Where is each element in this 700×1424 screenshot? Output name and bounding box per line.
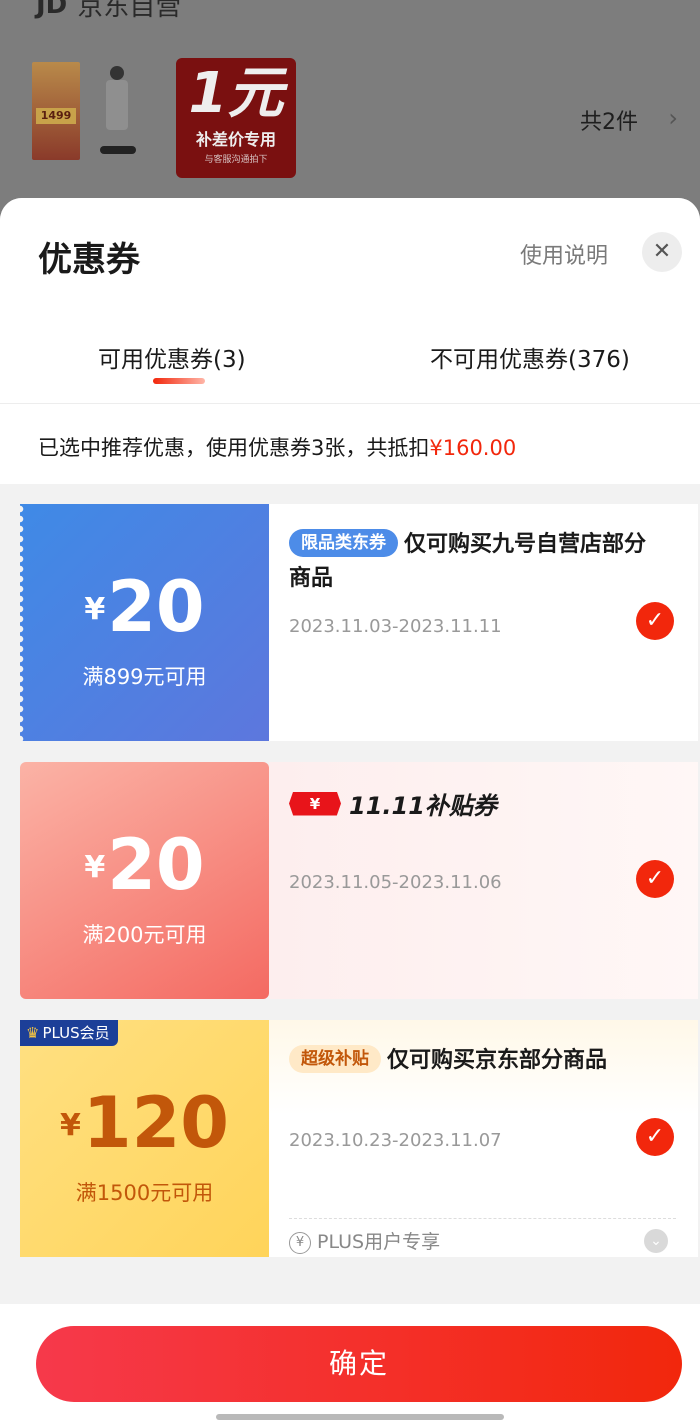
- confirm-button[interactable]: 确定: [36, 1326, 682, 1402]
- double-eleven-tag: ¥ 11.11补贴券: [289, 786, 497, 821]
- item-count: 共2件: [580, 110, 638, 135]
- coupon-amount-value: 20: [107, 566, 205, 648]
- sheet-title: 优惠券: [38, 240, 140, 280]
- coupon-amount-value: 20: [107, 824, 205, 906]
- coupon-type-badge: 限品类东券: [289, 529, 398, 557]
- currency-symbol: ¥: [84, 850, 106, 885]
- plus-exclusive-note[interactable]: ¥ PLUS用户专享 ⌄: [289, 1218, 676, 1254]
- coupon-value-panel: ♛ PLUS会员 ¥120 满1500元可用: [20, 1020, 269, 1257]
- promo-big-text: 1元: [188, 61, 284, 126]
- sheet-footer: 确定: [0, 1304, 700, 1424]
- coupon-amount: ¥20: [20, 824, 269, 906]
- chevron-down-icon[interactable]: ⌄: [644, 1229, 668, 1253]
- chevron-right-icon: ›: [668, 104, 678, 132]
- coupon-validity-date: 2023.11.03-2023.11.11: [289, 616, 502, 637]
- coupon-sheet: 优惠券 使用说明 ✕ 可用优惠券(3) 不可用优惠券(376) 已选中推荐优惠，…: [0, 198, 700, 1424]
- coupon-info-panel: 限品类东券 仅可购买九号自营店部分商品 2023.11.03-2023.11.11…: [269, 504, 698, 741]
- coupon-card[interactable]: ♛ PLUS会员 ¥120 满1500元可用 超级补贴 仅可购买京东部分商品 202…: [20, 1020, 698, 1257]
- coupon-amount-value: 120: [82, 1082, 229, 1164]
- summary-amount: ¥160.00: [429, 436, 517, 460]
- jd-logo-icon: JD: [36, 0, 68, 20]
- close-icon[interactable]: ✕: [642, 232, 682, 272]
- tab-unavailable-coupons[interactable]: 不可用优惠券(376): [430, 340, 630, 374]
- active-tab-indicator: [153, 378, 205, 384]
- coupon-amount: ¥120: [20, 1082, 269, 1164]
- coupon-info-panel: 超级补贴 仅可购买京东部分商品 2023.10.23-2023.11.07 ✓ ¥…: [269, 1020, 698, 1257]
- product-price-tag: 1499: [36, 108, 76, 124]
- coupon-validity-date: 2023.10.23-2023.11.07: [289, 1130, 502, 1151]
- coupon-title: 限品类东券 仅可购买九号自营店部分商品: [289, 528, 648, 596]
- currency-symbol: ¥: [60, 1108, 81, 1143]
- coupon-value-panel: ¥20 满200元可用: [20, 762, 269, 999]
- coupon-condition: 满899元可用: [82, 665, 207, 689]
- home-indicator[interactable]: [216, 1414, 504, 1420]
- summary-text: 已选中推荐优惠，使用优惠券3张，共抵扣: [38, 436, 430, 460]
- divider: [0, 403, 700, 404]
- plus-member-label: PLUS会员: [42, 1024, 110, 1042]
- sheet-header: 优惠券 使用说明 ✕ 可用优惠券(3) 不可用优惠券(376): [0, 198, 700, 404]
- usage-instructions-link[interactable]: 使用说明: [520, 238, 608, 270]
- coupon-condition: 满1500元可用: [75, 1181, 214, 1205]
- selection-summary: 已选中推荐优惠，使用优惠券3张，共抵扣¥160.00: [0, 404, 700, 484]
- coupon-validity-date: 2023.11.05-2023.11.06: [289, 872, 502, 893]
- coupon-amount: ¥20: [20, 566, 269, 648]
- currency-symbol: ¥: [84, 592, 106, 627]
- coupon-card[interactable]: ¥20 满899元可用 限品类东券 仅可购买九号自营店部分商品 2023.11.0…: [20, 504, 698, 741]
- promo-sub-text: 补差价专用: [195, 130, 276, 149]
- product-thumbnail-promo: 1元 补差价专用 与客服沟通拍下: [176, 58, 296, 178]
- check-icon[interactable]: ✓: [636, 602, 674, 640]
- crown-icon: ♛: [26, 1024, 40, 1042]
- promo-tiny-text: 与客服沟通拍下: [204, 155, 268, 165]
- store-header: JD 京东自营: [36, 0, 181, 23]
- coupon-condition: 满200元可用: [82, 923, 207, 947]
- product-thumbnail-box: 1499: [32, 62, 80, 160]
- double-eleven-label: 11.11补贴券: [349, 792, 497, 820]
- coupon-card[interactable]: ¥20 满200元可用 ¥ 11.11补贴券 2023.11.05-2023.1…: [20, 762, 698, 999]
- store-name: 京东自营: [77, 0, 182, 22]
- coupon-info-panel: ¥ 11.11补贴券 2023.11.05-2023.11.06 ✓: [269, 762, 698, 999]
- tab-available-coupons[interactable]: 可用优惠券(3): [98, 340, 246, 374]
- product-thumbnail-scooter: [98, 66, 138, 164]
- yen-circle-icon: ¥: [289, 1232, 311, 1254]
- ticket-icon: ¥: [289, 791, 341, 816]
- check-icon[interactable]: ✓: [636, 860, 674, 898]
- coupon-type-badge: 超级补贴: [289, 1045, 381, 1073]
- plus-exclusive-text: PLUS用户专享: [317, 1231, 441, 1253]
- check-icon[interactable]: ✓: [636, 1118, 674, 1156]
- coupon-value-panel: ¥20 满899元可用: [20, 504, 269, 741]
- coupon-title-text: 仅可购买京东部分商品: [387, 1048, 608, 1073]
- plus-member-badge: ♛ PLUS会员: [20, 1020, 118, 1046]
- coupon-title: 超级补贴 仅可购买京东部分商品: [289, 1044, 648, 1078]
